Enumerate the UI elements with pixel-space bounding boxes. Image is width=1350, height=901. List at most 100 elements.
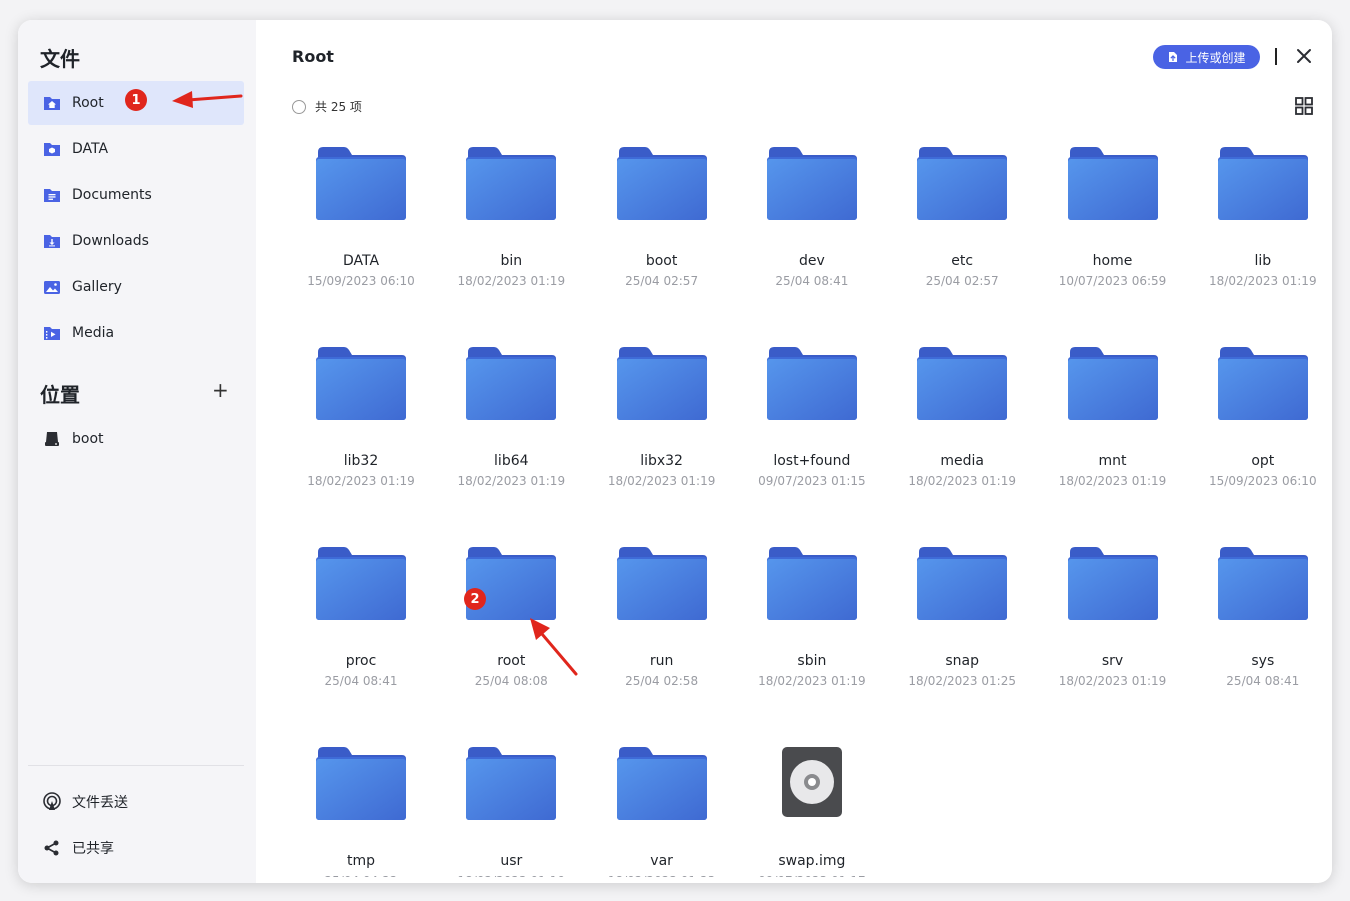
folder-item[interactable]: sys 25/04 08:41: [1188, 547, 1332, 717]
file-name: tmp: [346, 853, 375, 869]
annotation-badge-2: 2: [464, 588, 486, 610]
airdrop-icon: [42, 792, 62, 812]
file-modified-date: 25/04 08:08: [474, 674, 548, 688]
folder-item[interactable]: bin 18/02/2023 01:19: [436, 147, 586, 317]
folder-icon: [314, 147, 408, 223]
sidebar-item-airdrop[interactable]: 文件丢送: [28, 780, 244, 824]
sidebar: 文件 Root DATA Documents Downloads Gallery…: [18, 20, 256, 883]
sidebar-item-label: Gallery: [72, 279, 122, 295]
location-item-boot[interactable]: boot: [28, 417, 244, 461]
folder-icon: [915, 347, 1009, 423]
file-modified-date: 18/02/2023 01:19: [436, 874, 586, 877]
folder-item[interactable]: dev 25/04 08:41: [737, 147, 887, 317]
folder-icon: [915, 547, 1009, 623]
file-modified-date: 18/02/2023 01:19: [457, 474, 566, 488]
folder-item[interactable]: root 25/04 08:08: [436, 547, 586, 717]
folder-item[interactable]: media 18/02/2023 01:19: [887, 347, 1037, 517]
storage-folder-icon: [42, 139, 62, 159]
folder-item[interactable]: proc 25/04 08:41: [286, 547, 436, 717]
main-content: Root 上传或创建 共 25 项 DATA 15/09/2023 06:10 bi…: [256, 20, 1332, 883]
folder-item[interactable]: lost+found 09/07/2023 01:15: [737, 347, 887, 517]
folder-icon: [464, 347, 558, 423]
folder-icon: [615, 347, 709, 423]
file-name: run: [649, 653, 674, 669]
folder-icon: [915, 147, 1009, 223]
folder-item[interactable]: tmp 25/04 04:22: [286, 747, 436, 877]
file-modified-date: 18/02/2023 01:19: [457, 274, 566, 288]
file-modified-date: 25/04 04:22: [286, 874, 436, 877]
file-modified-date: 18/02/2023 01:19: [307, 474, 415, 488]
folder-item[interactable]: opt 15/09/2023 06:10: [1188, 347, 1332, 517]
file-item[interactable]: swap.img 09/07/2023 01:17: [737, 747, 887, 877]
folder-icon: [1216, 547, 1310, 623]
sidebar-item-media[interactable]: Media: [28, 311, 244, 355]
file-modified-date: 18/02/2023 01:19: [758, 674, 866, 688]
file-modified-date: 09/07/2023 01:15: [758, 474, 866, 488]
folder-icon: [765, 347, 859, 423]
folder-item[interactable]: srv 18/02/2023 01:19: [1038, 547, 1188, 717]
folder-item[interactable]: lib64 18/02/2023 01:19: [436, 347, 586, 517]
folder-icon: [1066, 347, 1160, 423]
folder-icon: [464, 147, 558, 223]
folder-item[interactable]: snap 18/02/2023 01:25: [887, 547, 1037, 717]
folder-item[interactable]: home 10/07/2023 06:59: [1038, 147, 1188, 317]
file-modified-date: 25/04 02:58: [625, 674, 699, 688]
folder-item[interactable]: sbin 18/02/2023 01:19: [737, 547, 887, 717]
folder-icon: [615, 747, 709, 823]
add-location-button[interactable]: +: [212, 380, 229, 400]
sidebar-item-shared[interactable]: 已共享: [28, 826, 244, 870]
file-modified-date: 18/02/2023 01:23: [587, 874, 737, 877]
folder-item[interactable]: usr 18/02/2023 01:19: [436, 747, 586, 877]
file-modified-date: 18/02/2023 01:19: [1209, 274, 1317, 288]
folder-item[interactable]: var 18/02/2023 01:23: [587, 747, 737, 877]
file-modified-date: 25/04 08:41: [1226, 674, 1300, 688]
file-name: boot: [645, 253, 678, 269]
file-modified-date: 15/09/2023 06:10: [1209, 474, 1317, 488]
folder-item[interactable]: libx32 18/02/2023 01:19: [587, 347, 737, 517]
folder-item[interactable]: etc 25/04 02:57: [887, 147, 1037, 317]
file-modified-date: 18/02/2023 01:19: [1058, 674, 1167, 688]
file-name: srv: [1101, 653, 1124, 669]
file-name: sbin: [797, 653, 827, 669]
file-manager-window: 文件 Root DATA Documents Downloads Gallery…: [18, 20, 1332, 883]
file-modified-date: 15/09/2023 06:10: [307, 274, 415, 288]
file-name: sys: [1251, 653, 1275, 669]
file-name: lost+found: [773, 453, 851, 469]
file-name: var: [650, 853, 673, 869]
file-name: lib: [1254, 253, 1272, 269]
folder-icon: [464, 547, 558, 623]
sidebar-item-label: Documents: [72, 187, 152, 203]
folder-item[interactable]: run 25/04 02:58: [587, 547, 737, 717]
file-name: lib64: [494, 453, 529, 469]
sidebar-item-label: Root: [72, 95, 104, 111]
folder-item[interactable]: lib 18/02/2023 01:19: [1188, 147, 1332, 317]
sidebar-item-label: Media: [72, 325, 115, 341]
file-name: lib32: [343, 453, 379, 469]
folder-icon: [615, 547, 709, 623]
sidebar-item-data[interactable]: DATA: [28, 127, 244, 171]
folder-icon: [765, 547, 859, 623]
locations-section-title: 位置: [40, 383, 80, 407]
sidebar-item-label: Downloads: [72, 233, 149, 249]
sidebar-item-gallery[interactable]: Gallery: [28, 265, 244, 309]
folder-icon: [1066, 547, 1160, 623]
file-modified-date: 25/04 08:41: [324, 674, 398, 688]
sidebar-item-downloads[interactable]: Downloads: [28, 219, 244, 263]
media-folder-icon: [42, 323, 62, 343]
file-name: opt: [1251, 453, 1275, 469]
file-modified-date: 18/02/2023 01:19: [607, 474, 716, 488]
drive-icon: [42, 429, 62, 449]
files-section-title: 文件: [40, 47, 80, 71]
folder-item[interactable]: boot 25/04 02:57: [587, 147, 737, 317]
folder-item[interactable]: DATA 15/09/2023 06:10: [286, 147, 436, 317]
sidebar-item-label: 已共享: [72, 841, 114, 857]
folder-item[interactable]: mnt 18/02/2023 01:19: [1038, 347, 1188, 517]
gallery-icon: [42, 277, 62, 297]
sidebar-item-label: 文件丢送: [72, 795, 128, 811]
folder-item[interactable]: lib32 18/02/2023 01:19: [286, 347, 436, 517]
file-name: proc: [345, 653, 377, 669]
sidebar-item-documents[interactable]: Documents: [28, 173, 244, 217]
file-name: DATA: [342, 253, 380, 269]
file-grid: DATA 15/09/2023 06:10 bin 18/02/2023 01:19 b…: [256, 20, 1332, 877]
file-name: etc: [951, 253, 974, 269]
